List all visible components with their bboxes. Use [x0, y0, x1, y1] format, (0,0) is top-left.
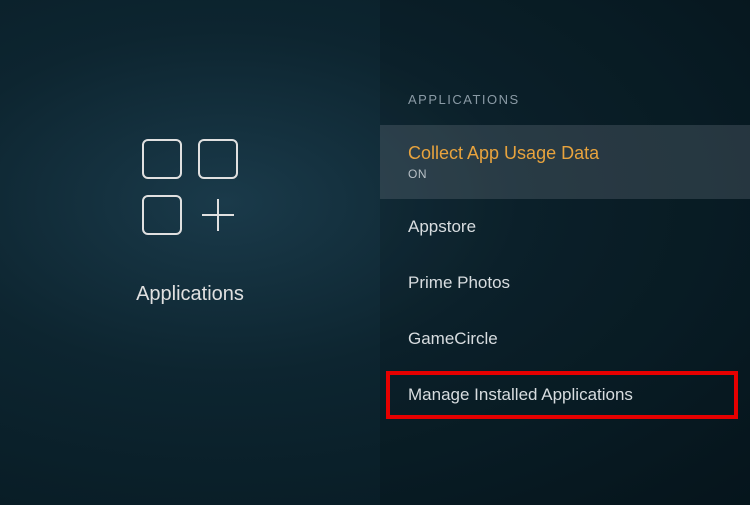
applications-label: Applications [136, 283, 244, 306]
menu-item-appstore[interactable]: Appstore [380, 199, 750, 255]
menu-item-title: Appstore [408, 217, 722, 237]
menu-item-title: Prime Photos [408, 273, 722, 293]
right-panel: APPLICATIONS Collect App Usage Data ON A… [380, 0, 750, 505]
section-header: APPLICATIONS [380, 92, 750, 125]
menu-item-gamecircle[interactable]: GameCircle [380, 311, 750, 367]
left-panel: Applications [0, 0, 380, 505]
applications-icon [142, 139, 238, 235]
menu-item-title: GameCircle [408, 329, 722, 349]
menu-item-title: Manage Installed Applications [408, 385, 722, 405]
menu-item-title: Collect App Usage Data [408, 143, 722, 164]
menu-item-manage-installed-applications[interactable]: Manage Installed Applications [380, 367, 750, 423]
menu-item-collect-app-usage-data[interactable]: Collect App Usage Data ON [380, 125, 750, 199]
menu-item-subtitle: ON [408, 167, 722, 181]
menu-item-prime-photos[interactable]: Prime Photos [380, 255, 750, 311]
